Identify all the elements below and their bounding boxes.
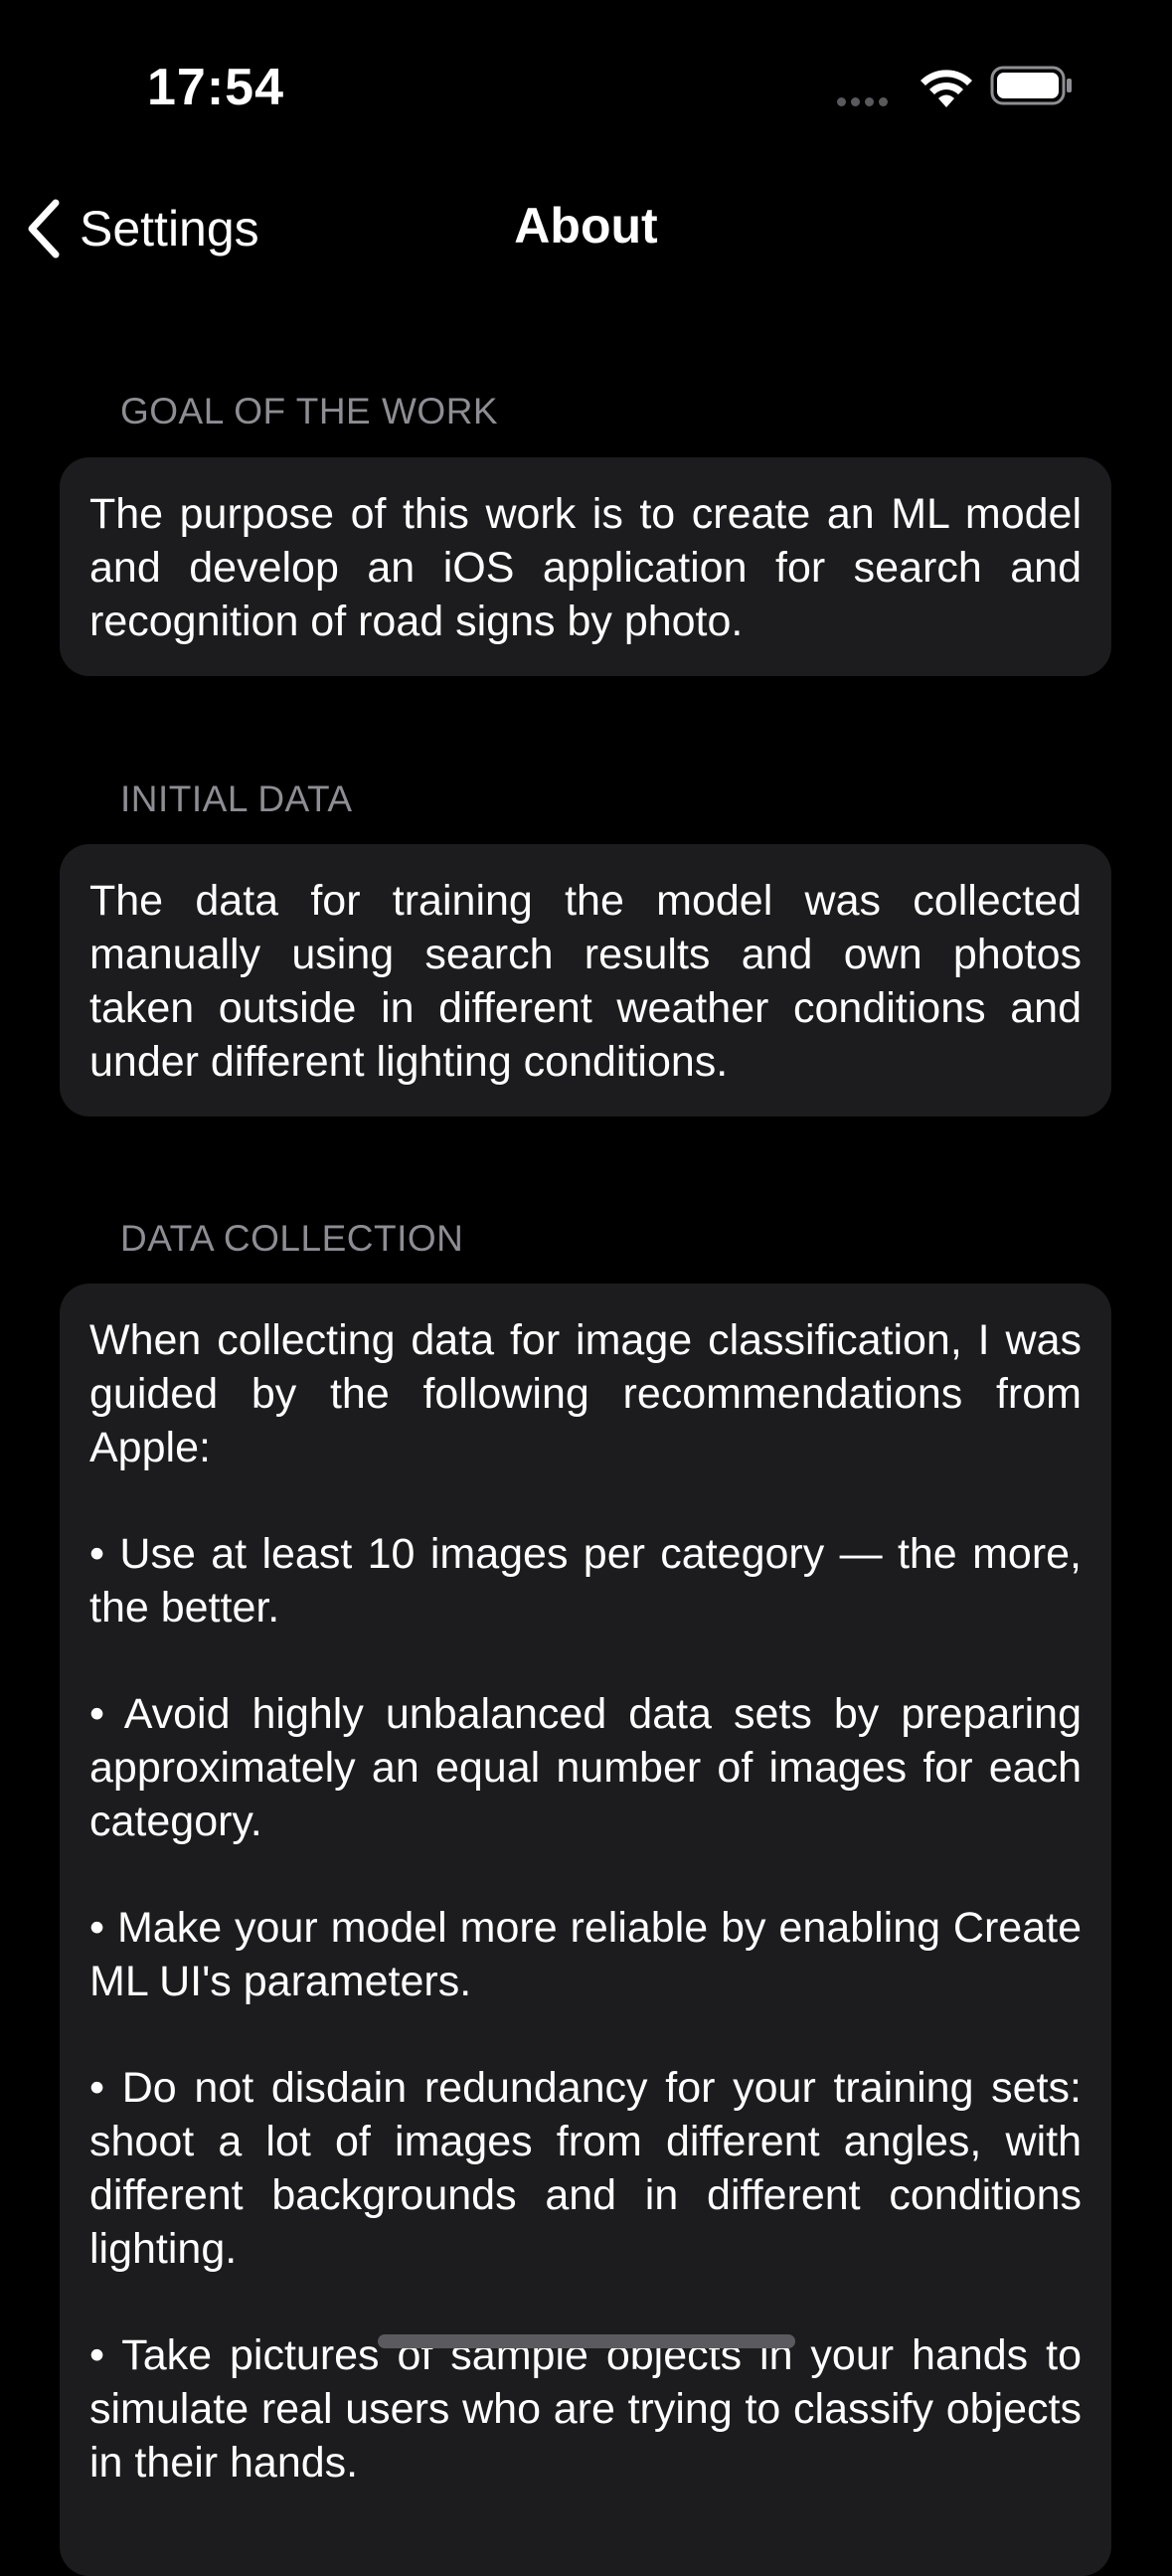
list-item: • Make your model more reliable by enabl… xyxy=(89,1904,1082,2005)
section-body-text: The data for training the model was coll… xyxy=(89,877,1082,1086)
section-card-goal: The purpose of this work is to create an… xyxy=(60,457,1111,676)
cellular-signal-icon xyxy=(837,93,893,111)
page-title: About xyxy=(514,198,658,254)
list-item: • Avoid highly unbalanced data sets by p… xyxy=(89,1690,1082,1845)
section-body-text: The purpose of this work is to create an… xyxy=(89,490,1082,645)
wifi-icon xyxy=(921,70,972,107)
section-header-initial-data: INITIAL DATA xyxy=(120,778,353,819)
section-card-initial-data: The data for training the model was coll… xyxy=(60,844,1111,1116)
list-item: • Take pictures of sample objects in you… xyxy=(89,2331,1082,2487)
status-bar: 17:54 xyxy=(0,0,1172,169)
section-header-goal: GOAL OF THE WORK xyxy=(120,391,499,431)
section-body-text: When collecting data for image classific… xyxy=(89,1316,1082,1471)
home-indicator[interactable] xyxy=(378,2334,795,2348)
list-item: • Do not disdain redundancy for your tra… xyxy=(89,2064,1082,2273)
battery-icon xyxy=(990,66,1072,105)
section-header-data-collection: DATA COLLECTION xyxy=(120,1218,464,1259)
list-item: • Use at least 10 images per category — … xyxy=(89,1530,1082,1631)
section-card-data-collection: When collecting data for image classific… xyxy=(60,1284,1111,2576)
status-time: 17:54 xyxy=(147,59,284,116)
navigation-bar: Settings About xyxy=(0,179,1172,278)
